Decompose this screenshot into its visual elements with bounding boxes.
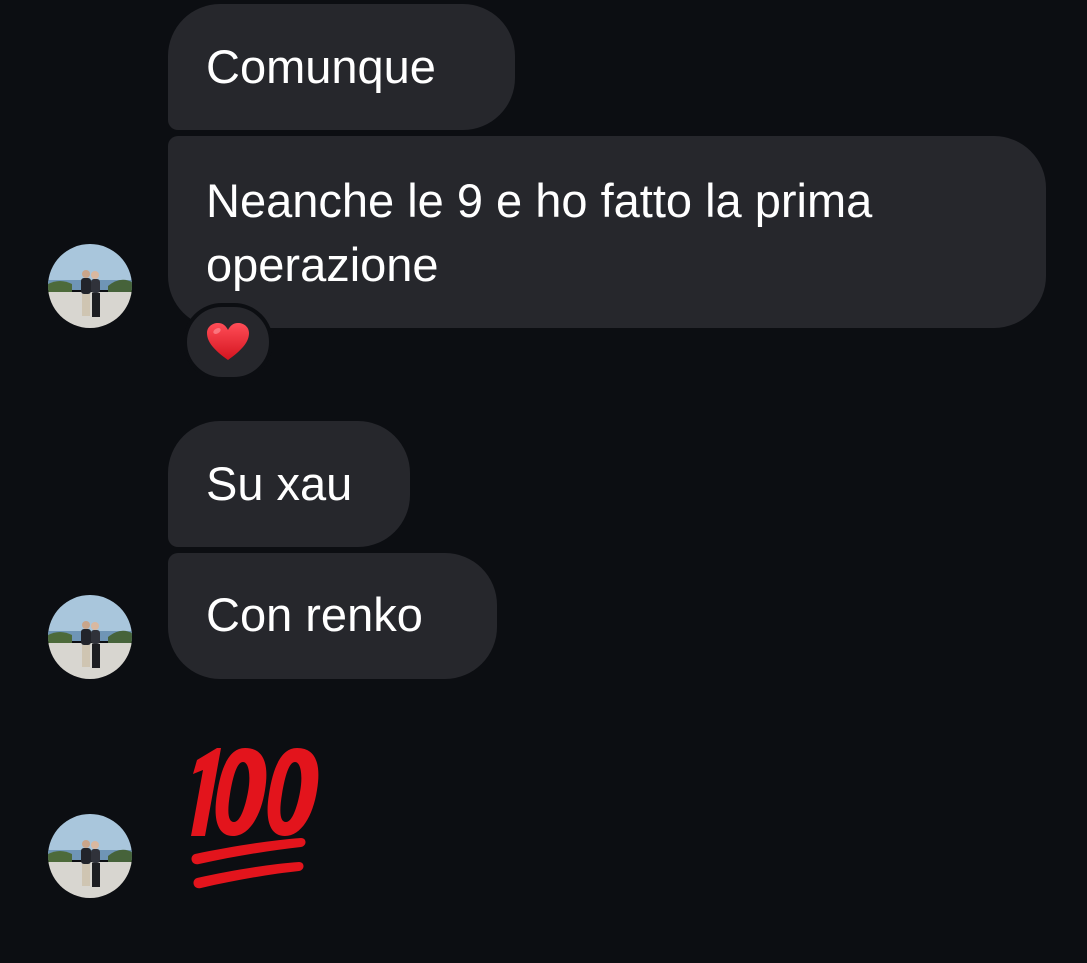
message-bubble[interactable]: Con renko <box>168 553 497 679</box>
red-heart-icon <box>207 323 249 360</box>
avatar[interactable] <box>48 244 132 328</box>
message-bubble[interactable]: Su xau <box>168 421 410 547</box>
message-text: Comunque <box>206 40 436 93</box>
message-text: Su xau <box>206 457 353 510</box>
emoji-message[interactable] <box>183 740 333 890</box>
hundred-points-icon <box>191 748 319 889</box>
avatar[interactable] <box>48 595 132 679</box>
message-text: Con renko <box>206 588 423 641</box>
avatar[interactable] <box>48 814 132 898</box>
message-bubble[interactable]: Comunque <box>168 4 515 130</box>
message-reaction[interactable] <box>183 303 273 381</box>
message-text: Neanche le 9 e ho fatto la prima operazi… <box>206 174 873 291</box>
message-bubble[interactable]: Neanche le 9 e ho fatto la prima operazi… <box>168 136 1046 328</box>
